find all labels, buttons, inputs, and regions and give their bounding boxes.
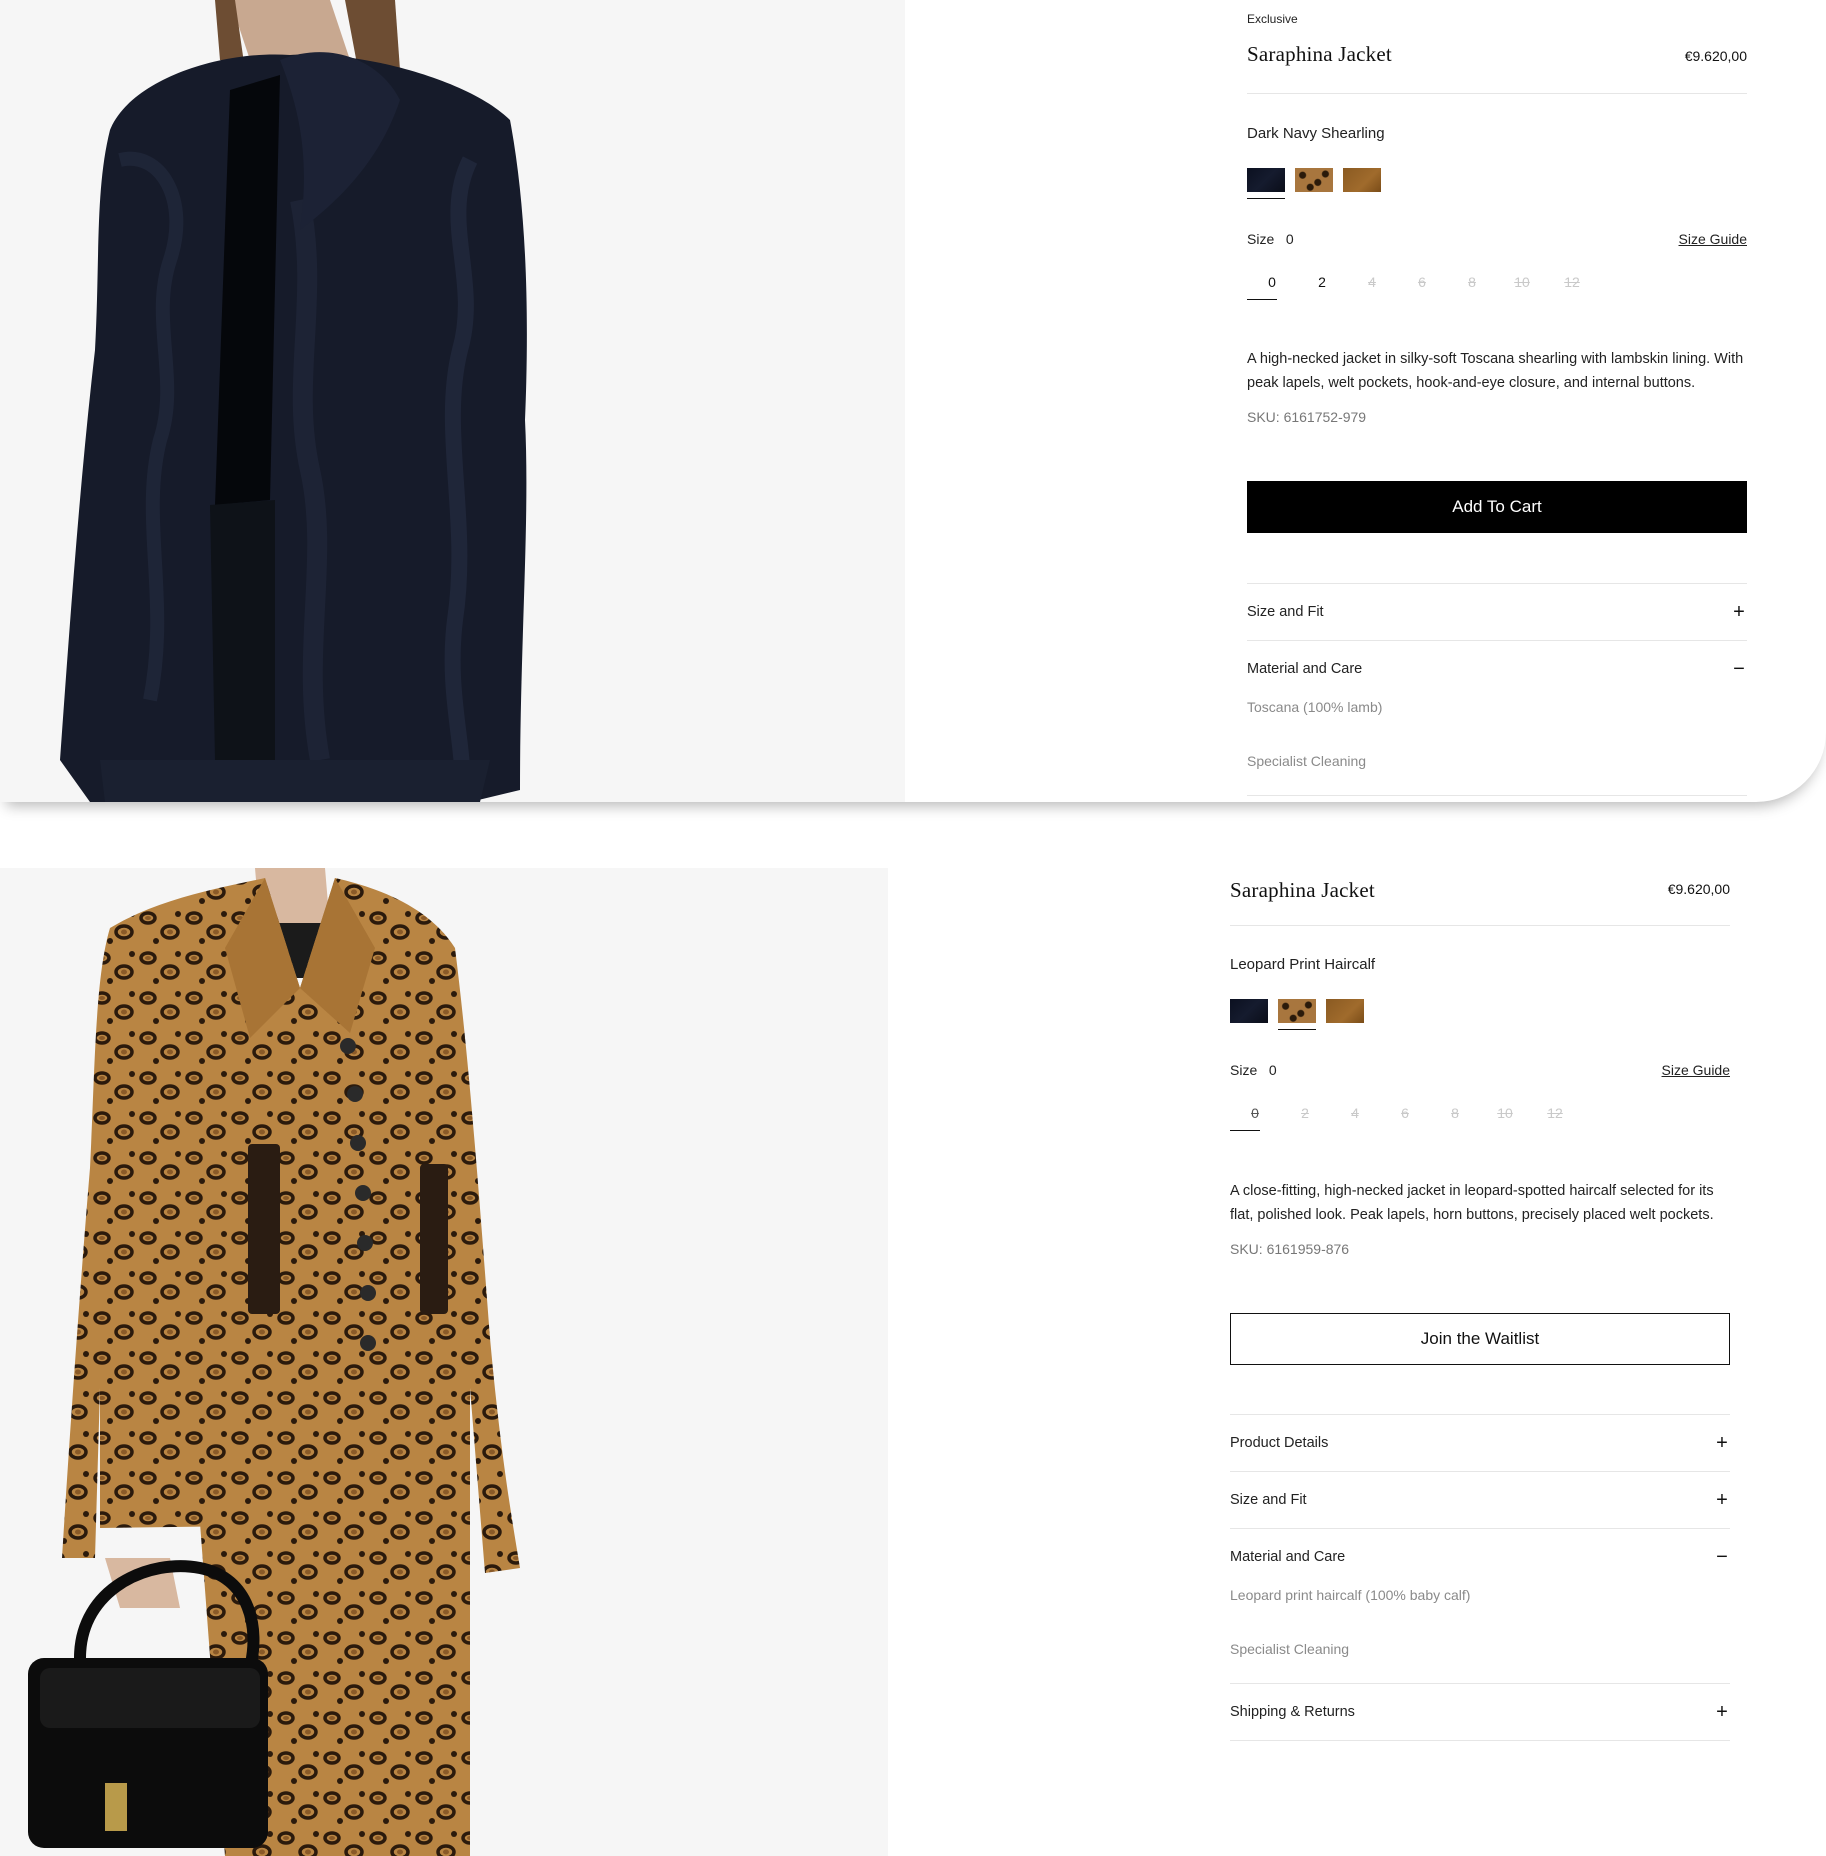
accordion-material-and-care[interactable]: Material and Care − <box>1230 1528 1730 1585</box>
accordion-label: Size and Fit <box>1247 604 1324 620</box>
product-title: Saraphina Jacket <box>1247 42 1392 66</box>
size-option-12[interactable]: 12 <box>1530 1105 1580 1131</box>
size-option-4[interactable]: 4 <box>1330 1105 1380 1131</box>
divider <box>1247 795 1747 796</box>
product-description: A close-fitting, high-necked jacket in l… <box>1230 1183 1714 1223</box>
accordion-shipping-returns[interactable]: Shipping & Returns + <box>1230 1683 1730 1740</box>
add-to-cart-button[interactable]: Add To Cart <box>1247 481 1747 533</box>
size-selector: 0 2 4 6 8 10 12 <box>1247 274 1597 300</box>
swatch-leopard[interactable] <box>1278 999 1316 1030</box>
size-label-text: Size <box>1247 231 1275 247</box>
accordion-size-and-fit[interactable]: Size and Fit + <box>1247 583 1747 640</box>
plus-icon: + <box>1716 1432 1728 1454</box>
product-price: €9.620,00 <box>1667 881 1730 897</box>
size-option-6[interactable]: 6 <box>1397 274 1447 300</box>
product-price: €9.620,00 <box>1684 48 1747 64</box>
navy-jacket-illustration <box>60 0 527 802</box>
size-option-4[interactable]: 4 <box>1347 274 1397 300</box>
swatch-dark-navy[interactable] <box>1247 168 1285 199</box>
size-label: Size 0 <box>1230 1062 1277 1078</box>
accordion-label: Material and Care <box>1230 1549 1346 1565</box>
accordion-product-details[interactable]: Product Details + <box>1230 1414 1730 1471</box>
size-option-10[interactable]: 10 <box>1480 1105 1530 1131</box>
size-option-8[interactable]: 8 <box>1447 274 1497 300</box>
size-guide-link[interactable]: Size Guide <box>1679 231 1747 247</box>
product-image-navy-shearling <box>0 0 905 802</box>
leopard-jacket-illustration <box>28 868 520 1856</box>
size-option-0[interactable]: 0 <box>1247 274 1297 300</box>
divider <box>1247 93 1747 94</box>
selected-size-value: 0 <box>1285 231 1294 247</box>
plus-icon: + <box>1716 1489 1728 1511</box>
size-option-12[interactable]: 12 <box>1547 274 1597 300</box>
selected-size-value: 0 <box>1268 1062 1277 1078</box>
product-sku: SKU: 6161959-876 <box>1230 1241 1350 1257</box>
size-selector: 0 2 4 6 8 10 12 <box>1230 1105 1580 1131</box>
swatch-leopard[interactable] <box>1295 168 1333 192</box>
size-label-text: Size <box>1230 1062 1258 1078</box>
product-title: Saraphina Jacket <box>1230 878 1375 902</box>
material-text: Toscana (100% lamb) <box>1247 699 1383 715</box>
size-label: Size 0 <box>1247 231 1294 247</box>
minus-icon: − <box>1733 658 1745 680</box>
accordion-label: Size and Fit <box>1230 1492 1307 1508</box>
product-panel-leopard: Saraphina Jacket €9.620,00 Leopard Print… <box>0 868 1826 1856</box>
divider <box>1230 925 1730 926</box>
join-waitlist-button[interactable]: Join the Waitlist <box>1230 1313 1730 1365</box>
size-option-8[interactable]: 8 <box>1430 1105 1480 1131</box>
material-text: Leopard print haircalf (100% baby calf) <box>1230 1587 1471 1603</box>
product-image-leopard-haircalf <box>0 868 888 1856</box>
plus-icon: + <box>1733 601 1745 623</box>
accordion-label: Shipping & Returns <box>1230 1704 1355 1720</box>
size-option-2[interactable]: 2 <box>1280 1105 1330 1131</box>
product-description: A high-necked jacket in silky-soft Tosca… <box>1247 351 1744 391</box>
care-text: Specialist Cleaning <box>1230 1641 1350 1657</box>
color-name: Dark Navy Shearling <box>1247 125 1385 142</box>
size-guide-link[interactable]: Size Guide <box>1662 1062 1730 1078</box>
color-swatches <box>1247 168 1381 199</box>
accordion-label: Product Details <box>1230 1435 1329 1451</box>
color-swatches <box>1230 999 1364 1030</box>
divider <box>1230 1740 1730 1741</box>
care-text: Specialist Cleaning <box>1247 753 1367 769</box>
plus-icon: + <box>1716 1701 1728 1723</box>
swatch-brown[interactable] <box>1343 168 1381 192</box>
size-option-2[interactable]: 2 <box>1297 274 1347 300</box>
accordion-size-and-fit[interactable]: Size and Fit + <box>1230 1471 1730 1528</box>
product-panel-navy: Exclusive Saraphina Jacket €9.620,00 Dar… <box>0 0 1826 802</box>
minus-icon: − <box>1716 1546 1728 1568</box>
color-name: Leopard Print Haircalf <box>1230 956 1376 973</box>
accordion-label: Material and Care <box>1247 661 1363 677</box>
accordion-material-and-care[interactable]: Material and Care − <box>1247 640 1747 697</box>
exclusive-label: Exclusive <box>1247 12 1298 26</box>
product-sku: SKU: 6161752-979 <box>1247 409 1367 425</box>
swatch-dark-navy[interactable] <box>1230 999 1268 1023</box>
size-option-6[interactable]: 6 <box>1380 1105 1430 1131</box>
size-option-10[interactable]: 10 <box>1497 274 1547 300</box>
size-option-0[interactable]: 0 <box>1230 1105 1280 1131</box>
swatch-brown[interactable] <box>1326 999 1364 1023</box>
